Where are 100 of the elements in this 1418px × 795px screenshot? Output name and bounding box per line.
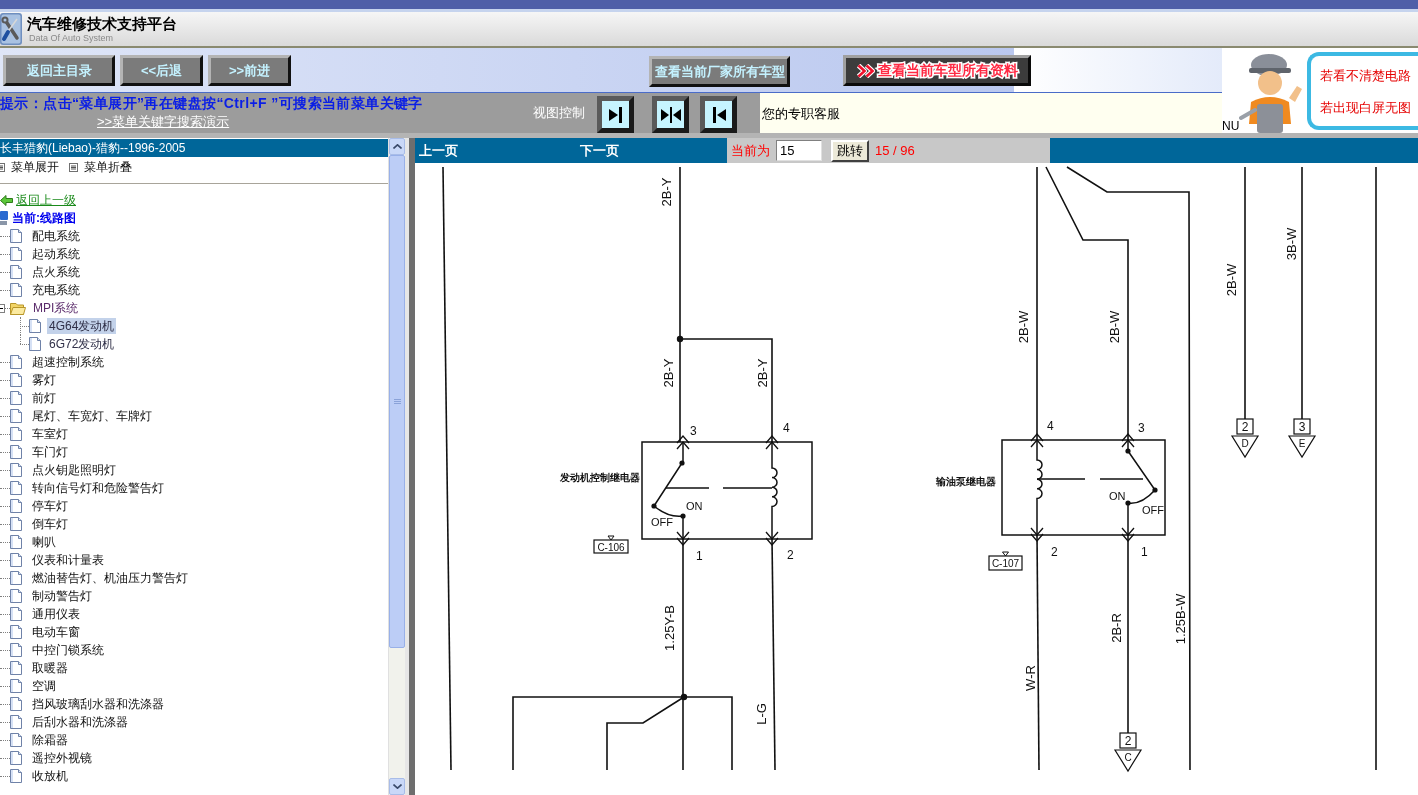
document-icon — [29, 319, 41, 333]
tree-item[interactable]: 除霜器 — [30, 732, 70, 748]
scroll-down-button[interactable] — [389, 778, 405, 795]
view-button[interactable] — [597, 96, 634, 133]
tree-item[interactable]: 空调 — [30, 678, 58, 694]
back-link[interactable]: 返回上一级 — [16, 192, 76, 208]
relay-label: 输油泵继电器 — [936, 475, 996, 487]
tree-item[interactable]: 电动车窗 — [30, 624, 82, 640]
tree-item[interactable]: 超速控制系统 — [30, 354, 106, 370]
tree-item[interactable]: 制动警告灯 — [30, 588, 94, 604]
next-page-link[interactable]: 下一页 — [580, 143, 619, 158]
tree-item[interactable]: 4G64发动机 — [47, 318, 117, 334]
pin-terminal-icon — [1121, 527, 1135, 542]
nav-button[interactable]: 返回主目录 — [3, 55, 115, 86]
document-icon — [10, 733, 22, 747]
tree-item[interactable]: 后刮水器和洗涤器 — [30, 714, 130, 730]
tree-item[interactable]: 转向信号灯和危险警告灯 — [30, 480, 166, 496]
collapse-toggle-icon[interactable] — [0, 303, 5, 313]
scrollbar-thumb[interactable] — [389, 155, 405, 648]
scroll-up-button[interactable] — [389, 138, 405, 155]
nav-button[interactable]: <<后退 — [120, 55, 203, 86]
arrows-inward-icon — [660, 106, 681, 123]
tree-item[interactable]: 尾灯、车宽灯、车牌灯 — [30, 408, 154, 424]
pin-number: 3 — [690, 424, 697, 438]
service-label: 您的专职客服 — [762, 105, 840, 121]
catalog-button[interactable]: 查看当前厂家所有车型 — [649, 56, 790, 87]
chevron-up-icon — [392, 144, 402, 149]
tree-item[interactable]: 前灯 — [30, 390, 58, 406]
document-icon — [10, 229, 22, 243]
tree-item[interactable]: 中控门锁系统 — [30, 642, 106, 658]
tree-item[interactable]: 燃油替告灯、机油压力警告灯 — [30, 570, 190, 586]
switch-position-label: ON — [1109, 490, 1126, 502]
view-button[interactable] — [700, 96, 737, 133]
wire-label: 1.25Y-B — [661, 605, 677, 651]
menu-action-link[interactable]: 菜单展开 — [11, 159, 59, 175]
document-icon — [10, 247, 22, 261]
document-icon — [10, 625, 22, 639]
relay-label: 发动机控制继电器 — [560, 471, 640, 483]
document-icon — [10, 751, 22, 765]
junction-dot — [680, 693, 688, 701]
wire-label: 2B-W — [1223, 263, 1239, 297]
document-icon — [10, 481, 22, 495]
coil-icon — [771, 441, 778, 540]
document-icon — [10, 571, 22, 585]
document-icon — [10, 679, 22, 693]
tree-item[interactable]: 停车灯 — [30, 498, 70, 514]
jump-button[interactable]: 跳转 — [831, 139, 869, 162]
tree-item[interactable]: 点火系统 — [30, 264, 82, 280]
tree-item[interactable]: 点火钥匙照明灯 — [30, 462, 118, 478]
wire-label: W-R — [1022, 665, 1038, 691]
wire-label: 2B-R — [1108, 613, 1124, 643]
document-icon — [10, 427, 22, 441]
pin-number: 4 — [1047, 419, 1054, 433]
tree-item[interactable]: 遥控外视镜 — [30, 750, 94, 766]
document-icon — [10, 499, 22, 513]
switch-position-label: OFF — [1142, 504, 1164, 516]
tree-item[interactable]: 配电系统 — [30, 228, 82, 244]
tree-item[interactable]: 取暖器 — [30, 660, 70, 676]
tree-item[interactable]: 起动系统 — [30, 246, 82, 262]
tree-item[interactable]: 通用仪表 — [30, 606, 82, 622]
switch-position-label: OFF — [651, 516, 673, 528]
wire-label: 2B-Y — [658, 177, 674, 207]
chevrons-right-icon — [856, 63, 875, 78]
document-icon — [10, 373, 22, 387]
tree-item[interactable]: MPI系统 — [31, 300, 81, 316]
menu-action-link[interactable]: 菜单折叠 — [84, 159, 132, 175]
view-button[interactable] — [652, 96, 689, 133]
tree-item[interactable]: 挡风玻璃刮水器和洗涤器 — [30, 696, 166, 712]
document-icon — [10, 643, 22, 657]
list-icon — [69, 162, 78, 172]
previous-page-link[interactable]: 上一页 — [419, 143, 458, 158]
app-subtitle: Data Of Auto System — [29, 32, 115, 44]
terminal-number-tag: 2 — [1236, 418, 1254, 435]
document-icon — [10, 769, 22, 783]
wire-label: 2B-W — [1106, 310, 1122, 344]
tree-item[interactable]: 雾灯 — [30, 372, 58, 388]
tree-item[interactable]: 充电系统 — [30, 282, 82, 298]
page-number-field[interactable]: 15 — [776, 140, 822, 161]
document-icon — [10, 445, 22, 459]
tree-item[interactable]: 仪表和计量表 — [30, 552, 106, 568]
pin-number: 3 — [1138, 421, 1145, 435]
tree-item[interactable]: 车室灯 — [30, 426, 70, 442]
terminal-number-tag: 2 — [1119, 732, 1137, 749]
tree-item[interactable]: 倒车灯 — [30, 516, 70, 532]
document-icon — [10, 589, 22, 603]
arrow-left-icon — [0, 194, 13, 206]
notice-caption: NU — [1222, 120, 1240, 133]
tree-item[interactable]: 6G72发动机 — [47, 336, 117, 352]
junction-dot — [676, 335, 684, 343]
pin-number: 4 — [783, 421, 790, 435]
tree-item[interactable]: 收放机 — [30, 768, 70, 784]
chevron-down-icon — [392, 784, 402, 789]
arrow-right-bar-icon — [608, 106, 623, 123]
nav-button[interactable]: >>前进 — [208, 55, 291, 86]
document-icon — [10, 265, 22, 279]
tree-item[interactable]: 车门灯 — [30, 444, 70, 460]
sidebar-title: 长丰猎豹(Liebao)-猎豹--1996-2005 — [0, 139, 388, 157]
document-icon — [10, 697, 22, 711]
tree-item[interactable]: 喇叭 — [30, 534, 58, 550]
document-icon — [10, 553, 22, 567]
